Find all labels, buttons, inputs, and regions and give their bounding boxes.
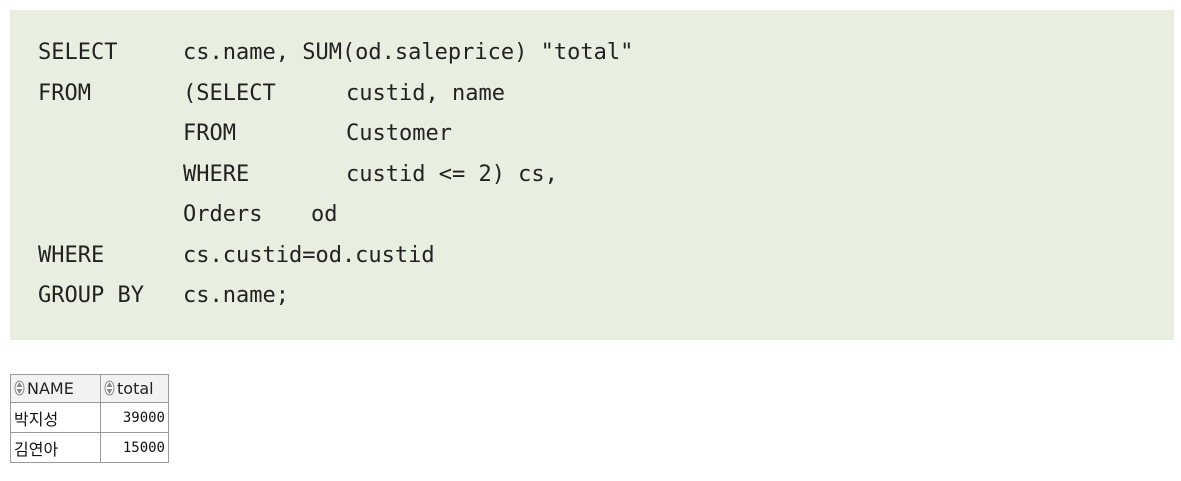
column-header-total-label: total	[117, 379, 154, 398]
code-keyword-group-by: GROUP BY	[38, 283, 144, 308]
sql-code-block: SELECT cs.name, SUM(od.saleprice) "total…	[10, 10, 1174, 340]
cell-name[interactable]: 박지성	[10, 402, 101, 433]
code-join-condition: cs.custid=od.custid	[183, 243, 435, 268]
column-header-name[interactable]: NAME	[10, 374, 101, 403]
code-subquery-condition: custid <= 2) cs,	[346, 162, 558, 187]
table-row[interactable]: 박지성 39000	[10, 402, 169, 433]
cell-name[interactable]: 김연아	[10, 432, 101, 463]
code-group-column: cs.name;	[183, 283, 289, 308]
code-orders-table: Orders	[183, 202, 263, 227]
cell-total[interactable]: 39000	[100, 402, 169, 433]
code-subquery-where: WHERE	[183, 162, 250, 187]
code-keyword-select: SELECT	[38, 40, 118, 65]
code-orders-alias: od	[311, 202, 338, 227]
code-subquery-columns: custid, name	[346, 81, 505, 106]
code-keyword-from: FROM	[38, 81, 91, 106]
code-subquery-select: (SELECT	[183, 81, 276, 106]
cell-total[interactable]: 15000	[100, 432, 169, 463]
column-header-total[interactable]: total	[100, 374, 169, 403]
code-subquery-from: FROM	[183, 121, 236, 146]
code-select-list: cs.name, SUM(od.saleprice) "total"	[183, 40, 634, 65]
sort-icon[interactable]	[104, 380, 115, 396]
code-keyword-where: WHERE	[38, 243, 105, 268]
result-header-row: NAME total	[10, 374, 169, 403]
table-row[interactable]: 김연아 15000	[10, 432, 169, 463]
sort-icon[interactable]	[14, 380, 25, 396]
query-result-grid: NAME total 박지성 39000 김연아 15000	[10, 374, 169, 463]
column-header-name-label: NAME	[27, 379, 74, 398]
code-subquery-table: Customer	[346, 121, 452, 146]
